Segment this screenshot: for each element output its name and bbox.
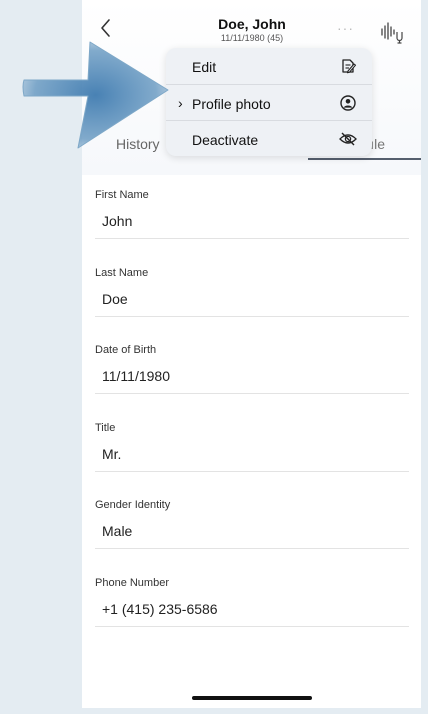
- field-value: Mr.: [102, 445, 122, 462]
- field-divider: [95, 238, 409, 239]
- patient-name: Doe, John: [218, 16, 286, 32]
- profile-photo-icon: [340, 95, 356, 111]
- more-dots-icon: ···: [337, 20, 354, 36]
- field-label: Gender Identity: [95, 499, 171, 512]
- field-label: First Name: [95, 189, 149, 201]
- field-label: Title: [95, 421, 116, 434]
- field-divider: [95, 470, 409, 472]
- back-button[interactable]: [96, 14, 116, 42]
- field-divider: [95, 625, 409, 627]
- field-first-name: First Name John: [95, 183, 409, 261]
- field-title: Title Mr.: [95, 416, 409, 494]
- voice-waveform-icon: [381, 22, 403, 44]
- field-label: Phone Number: [95, 576, 169, 589]
- field-divider: [95, 315, 409, 317]
- chevron-right-icon: ›: [178, 95, 183, 111]
- menu-item-profile-photo[interactable]: › Profile photo: [166, 85, 372, 121]
- chevron-left-icon: [101, 19, 110, 37]
- menu-item-edit[interactable]: Edit: [166, 48, 372, 84]
- field-value: +1 (415) 235-6586: [102, 600, 218, 617]
- field-value: John: [102, 213, 133, 229]
- field-phone-number: Phone Number +1 (415) 235-6586: [95, 571, 409, 649]
- field-divider: [95, 548, 409, 550]
- field-label: Last Name: [95, 266, 149, 279]
- menu-item-label: Profile photo: [192, 96, 271, 112]
- field-last-name: Last Name Doe: [95, 261, 409, 339]
- menu-item-label: Deactivate: [192, 132, 259, 148]
- options-menu: Edit › Profile photo Deactivate: [166, 48, 372, 156]
- field-date-of-birth: Date of Birth 11/11/1980: [95, 338, 409, 416]
- menu-item-deactivate[interactable]: Deactivate: [166, 121, 372, 157]
- home-indicator: [192, 696, 312, 700]
- eye-slash-icon: [339, 132, 357, 146]
- patient-dob-age: 11/11/1980 (45): [220, 33, 284, 43]
- field-divider: [95, 393, 409, 395]
- field-label: Date of Birth: [95, 344, 157, 357]
- more-options-button[interactable]: ···: [337, 20, 354, 36]
- tab-profile-label: ıle: [370, 136, 385, 152]
- pointer-arrow-icon: [22, 41, 169, 149]
- field-value: Doe: [102, 290, 128, 307]
- profile-fields: First Name John Last Name Doe Date of Bi…: [95, 183, 409, 649]
- field-value: 11/11/1980: [102, 368, 170, 385]
- voice-button[interactable]: [378, 19, 404, 45]
- menu-item-label: Edit: [192, 59, 217, 75]
- field-value: Male: [102, 523, 133, 540]
- edit-icon: [342, 59, 357, 74]
- field-gender-identity: Gender Identity Male: [95, 493, 409, 571]
